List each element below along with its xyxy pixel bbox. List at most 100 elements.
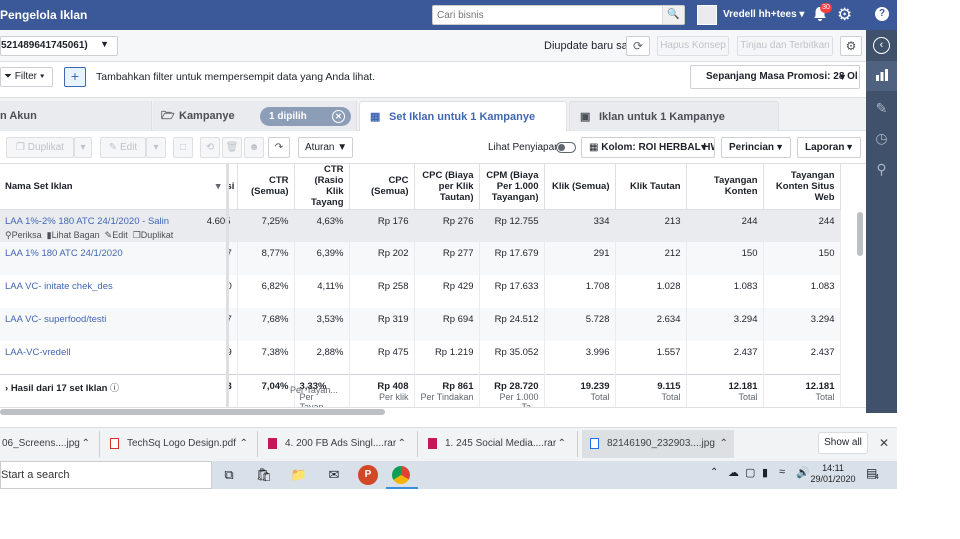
adset-name-link[interactable]: LAA-VC-vredell [5,347,70,358]
people-icon[interactable]: ☻ [244,137,264,158]
col-header[interactable]: Klik Tautan [615,164,687,210]
battery-icon[interactable]: ▮ [762,466,768,479]
collapse-icon[interactable]: ‹ [873,37,890,54]
table-row[interactable]: LAA VC- superfood/testi 7 7,68% 3,53% Rp… [0,308,841,341]
edit-link[interactable]: ✎Edit [102,230,128,240]
selected-pill[interactable]: 1 dipilih ✕ [260,107,351,126]
col-header[interactable]: CTR (Rasio Klik Tayang [294,164,350,210]
adset-name-link[interactable]: LAA VC- superfood/testi [5,314,106,325]
chevron-up-icon[interactable]: ⌃ [82,430,90,458]
mail-icon[interactable]: ✉ [324,465,344,485]
chevron-up-icon[interactable]: ⌃ [558,430,566,458]
download-item[interactable]: TechSq Logo Design.pdf ⌃ [110,430,248,458]
trash-icon[interactable]: 🗑 [222,137,242,158]
col-header[interactable]: Tayangan Konten Situs Web [763,164,841,210]
col-header[interactable]: CPC (Semua) [349,164,415,210]
download-item[interactable]: 82146190_232903....jpg ⌃ [582,430,734,458]
update-status: Diupdate baru saja [544,40,637,52]
archive-file-icon [428,437,437,449]
chevron-up-icon[interactable]: ⌃ [398,430,406,458]
close-icon[interactable]: ✕ [332,110,345,123]
tab-adsets[interactable]: ▦ Set Iklan untuk 1 Kampanye [359,101,567,132]
date-range-selector[interactable]: Sepanjang Masa Promosi: 28 Ol ▼ [690,65,860,89]
folder-icon: 🗁 [161,110,175,122]
powerpoint-icon[interactable]: P [358,465,378,485]
columns-dropdown[interactable]: ▦ Kolom: ROI HERBAL HWI ▼ [581,137,715,158]
task-view-icon[interactable]: ⧉ [219,465,239,485]
col-header[interactable]: Tayangan Konten [686,164,764,210]
duplicate-link[interactable]: ❐Duplikat [130,230,174,240]
show-all-button[interactable]: Show all [818,432,868,454]
wifi-icon[interactable]: ≈ [779,466,785,478]
cell: 6,39% [294,242,350,275]
discard-drafts-button[interactable]: Hapus Konsep [657,36,729,56]
table-row[interactable]: LAA VC- initate chek_des 0 6,82% 4,11% R… [0,275,841,308]
preview-toggle[interactable] [556,142,576,153]
col-header[interactable]: Klik (Semua) [544,164,616,210]
adset-name-link[interactable]: LAA VC- initate chek_des [5,281,113,292]
chevron-up-icon[interactable]: ⌃ [710,467,718,478]
cell: 212 [615,242,687,275]
breakdown-dropdown[interactable]: Perincian ▼ [721,137,791,158]
notification-count: 4 [875,474,879,481]
add-filter-button[interactable]: + [64,67,86,87]
business-search[interactable]: 🔍 [432,5,685,25]
duplicate-button[interactable]: ❐ Duplikat [6,137,74,158]
chevron-up-icon[interactable]: ⌃ [720,430,728,458]
col-header[interactable]: CTR (Semua) [237,164,295,210]
info-icon[interactable]: ⓘ [107,383,119,393]
col-header[interactable]: CPM (Biaya Per 1.000 Tayangan) [479,164,545,210]
horizontal-scrollbar[interactable] [0,409,385,415]
start-search[interactable]: Start a search [0,461,212,489]
share-icon[interactable]: ↷ [268,137,290,158]
undo-icon[interactable]: ⟲ [200,137,220,158]
chrome-icon[interactable] [392,466,410,484]
search-icon[interactable]: 🔍 [662,6,684,24]
account-menu[interactable]: Vredell hh+tees ▾ [697,5,804,25]
store-icon[interactable]: 🛍 [254,465,274,485]
download-item[interactable]: 1. 245 Social Media....rar ⌃ [428,430,566,458]
meet-icon[interactable]: ▢ [745,466,755,479]
bar-chart-icon[interactable] [873,68,890,85]
col-header-name[interactable]: Nama Set Iklan ▾ [0,164,227,210]
filter-button[interactable]: ⏷ Filter ▾ [0,67,53,87]
search-input[interactable] [437,8,662,23]
duplicate-dropdown[interactable]: ▾ [74,137,92,158]
chevron-up-icon[interactable]: ⌃ [240,430,248,458]
edit-button[interactable]: ✎ Edit [100,137,146,158]
rules-dropdown[interactable]: Aturan ▼ [298,137,353,158]
reports-dropdown[interactable]: Laporan ▼ [797,137,861,158]
file-explorer-icon[interactable]: 📁 [289,465,309,485]
gear-icon[interactable]: ⚙ [837,5,852,25]
review-publish-button[interactable]: Tinjau dan Terbitkan [737,36,833,56]
chart-link[interactable]: ▮Lihat Bagan [44,230,100,240]
refresh-icon[interactable]: ⟳ [626,36,650,56]
download-item[interactable]: 4. 200 FB Ads Singl....rar ⌃ [268,430,406,458]
settings-gear-icon[interactable]: ⚙ [840,36,862,56]
download-item[interactable]: 06_Screens....jpg ⌃ [2,430,90,458]
help-icon[interactable]: ? [875,7,889,21]
col-header[interactable]: CPC (Biaya per Klik Tautan) [414,164,480,210]
clock-icon[interactable]: ◷ [873,130,890,147]
clipboard-icon[interactable]: □ [173,137,193,158]
table-row[interactable]: LAA 1%-2% 180 ATC 24/1/2020 - Salin ⚲Per… [0,209,841,242]
tab-account[interactable]: n Akun [0,101,152,131]
edit-dropdown[interactable]: ▾ [146,137,166,158]
clock[interactable]: 14:11 29/01/2020 [808,463,858,485]
sort-icon[interactable]: ▾ [216,181,221,192]
cell: 6,82% [237,275,295,308]
table-row[interactable]: LAA-VC-vredell 9 7,38% 2,88% Rp 475 Rp 1… [0,341,841,374]
cloud-icon[interactable]: ☁ [728,466,739,479]
app-title[interactable]: Pengelola Iklan [0,8,87,22]
pencil-icon[interactable]: ✎ [873,100,890,117]
table-row[interactable]: LAA 1% 180 ATC 24/1/2020 7 8,77% 6,39% R… [0,242,841,275]
close-icon[interactable]: ✕ [879,436,889,450]
adset-name-link[interactable]: LAA 1%-2% 180 ATC 24/1/2020 - Salin [5,216,169,227]
account-selector[interactable]: 521489641745061) ▼ [0,36,118,56]
cell: 2.437 [686,341,764,374]
vertical-scrollbar[interactable] [857,212,863,256]
adset-name-link[interactable]: LAA 1% 180 ATC 24/1/2020 [5,248,123,259]
magnifier-icon[interactable]: ⚲ [873,161,890,178]
tab-ads[interactable]: ▣ Iklan untuk 1 Kampanye [569,101,779,131]
inspect-link[interactable]: ⚲Periksa [5,230,42,240]
